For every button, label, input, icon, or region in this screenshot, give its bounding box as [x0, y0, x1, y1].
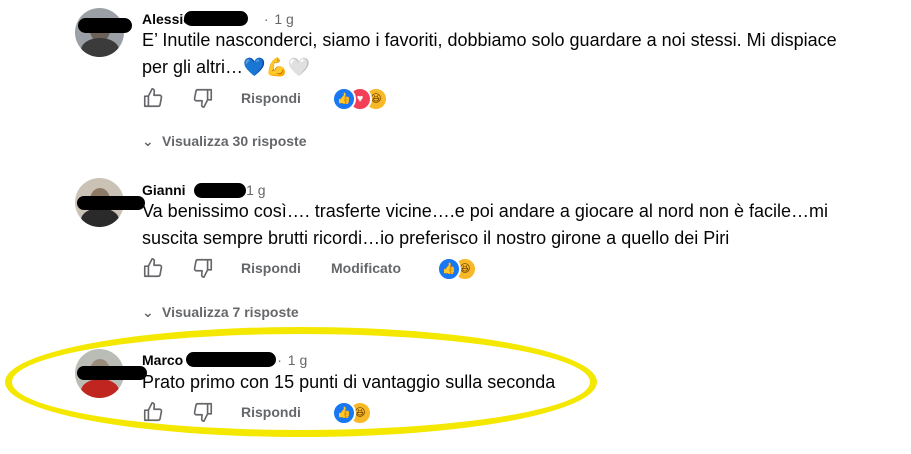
- comment-actions: Rispondi 👍 😆: [142, 401, 402, 427]
- author-name[interactable]: Gianni: [142, 182, 186, 198]
- view-replies-button[interactable]: ⌄ Visualizza 30 risposte: [142, 133, 306, 150]
- comment-text: E’ Inutile nasconderci, siamo i favoriti…: [142, 27, 882, 81]
- redaction-bar: [184, 11, 248, 26]
- comment-time[interactable]: 1 g: [288, 352, 307, 368]
- reaction-summary[interactable]: 👍 ♥ 😆: [332, 87, 392, 111]
- comment-text-line: suscita sempre brutti ricordi…io preferi…: [142, 228, 730, 248]
- comment-text-line: Prato primo con 15 punti di vantaggio su…: [142, 372, 556, 392]
- thumbs-down-icon[interactable]: [192, 87, 214, 109]
- comment-text-line: E’ Inutile nasconderci, siamo i favoriti…: [142, 30, 837, 50]
- comment-time[interactable]: 1 g: [274, 11, 293, 27]
- reply-button[interactable]: Rispondi: [241, 90, 301, 106]
- reaction-summary[interactable]: 👍 😆: [332, 401, 376, 425]
- view-replies-button[interactable]: ⌄ Visualizza 7 risposte: [142, 304, 299, 321]
- chevron-down-icon: ⌄: [142, 133, 154, 149]
- like-reaction-icon: 👍: [332, 87, 356, 111]
- like-reaction-icon: 👍: [332, 401, 356, 425]
- comment-text: Va benissimo così…. trasferte vicine….e …: [142, 198, 882, 252]
- thumbs-down-icon[interactable]: [192, 401, 214, 423]
- edited-label[interactable]: Modificato: [331, 260, 401, 276]
- chevron-down-icon: ⌄: [142, 304, 154, 320]
- avatar-body: [81, 379, 119, 398]
- separator-dot: ·: [277, 352, 282, 368]
- view-replies-label: Visualizza 7 risposte: [162, 304, 299, 320]
- redaction-bar: [194, 183, 246, 198]
- view-replies-label: Visualizza 30 risposte: [162, 133, 307, 149]
- separator-dot: ·: [263, 11, 269, 27]
- thumbs-up-icon[interactable]: [142, 257, 164, 279]
- comment-text: Prato primo con 15 punti di vantaggio su…: [142, 369, 882, 396]
- redaction-bar: [78, 18, 132, 33]
- author-name[interactable]: Marco: [142, 352, 183, 368]
- redaction-bar: [186, 352, 276, 367]
- avatar-body: [81, 208, 119, 227]
- comment-time[interactable]: 1 g: [246, 182, 265, 198]
- avatar-body: [81, 38, 119, 57]
- redaction-bar: [77, 196, 145, 210]
- comment-text-line: Va benissimo così…. trasferte vicine….e …: [142, 201, 829, 221]
- thumbs-down-icon[interactable]: [192, 257, 214, 279]
- thumbs-up-icon[interactable]: [142, 401, 164, 423]
- reply-button[interactable]: Rispondi: [241, 260, 301, 276]
- redaction-bar: [77, 366, 147, 380]
- comment-text-line: per gli altri…💙💪🤍: [142, 57, 311, 77]
- comment-actions: Rispondi Modificato 👍 😆: [142, 257, 502, 283]
- thumbs-up-icon[interactable]: [142, 87, 164, 109]
- reply-button[interactable]: Rispondi: [241, 404, 301, 420]
- like-reaction-icon: 👍: [437, 257, 461, 281]
- reaction-summary[interactable]: 👍 😆: [437, 257, 481, 281]
- comment-actions: Rispondi 👍 ♥ 😆: [142, 87, 442, 113]
